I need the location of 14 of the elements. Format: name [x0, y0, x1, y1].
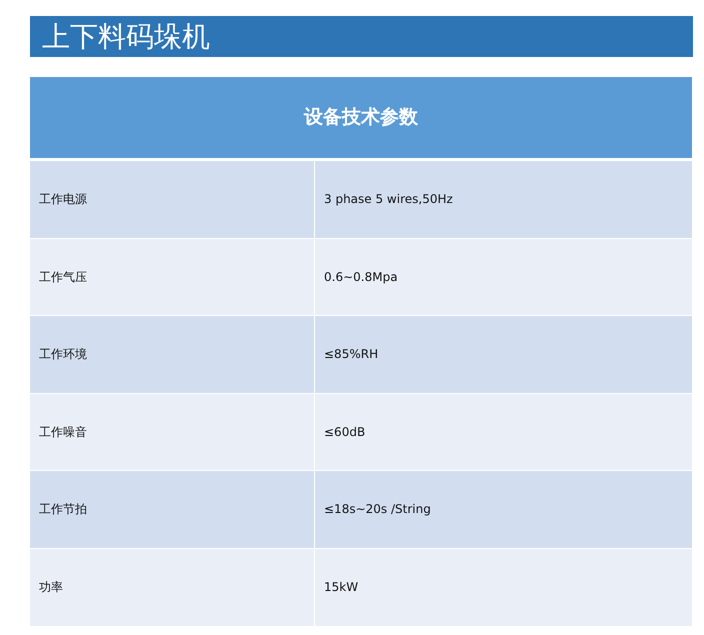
param-value: ≤60dB	[324, 424, 366, 441]
header-text: 设备技术参数	[304, 105, 418, 130]
param-value: 3 phase 5 wires,50Hz	[324, 191, 453, 208]
slide-title: 上下料码垛机	[42, 22, 210, 50]
param-label: 工作噪音	[39, 424, 87, 441]
param-label: 工作气压	[39, 268, 87, 286]
param-value: 15kW	[324, 579, 358, 596]
param-value: 0.6~0.8Mpa	[324, 268, 398, 286]
param-label: 功率	[39, 579, 63, 596]
param-value: ≤85%RH	[324, 346, 378, 364]
param-label: 工作电源	[39, 191, 87, 208]
param-label: 工作环境	[39, 346, 87, 364]
param-value: ≤18s~20s /String	[324, 501, 431, 518]
param-label: 工作节拍	[39, 501, 87, 518]
